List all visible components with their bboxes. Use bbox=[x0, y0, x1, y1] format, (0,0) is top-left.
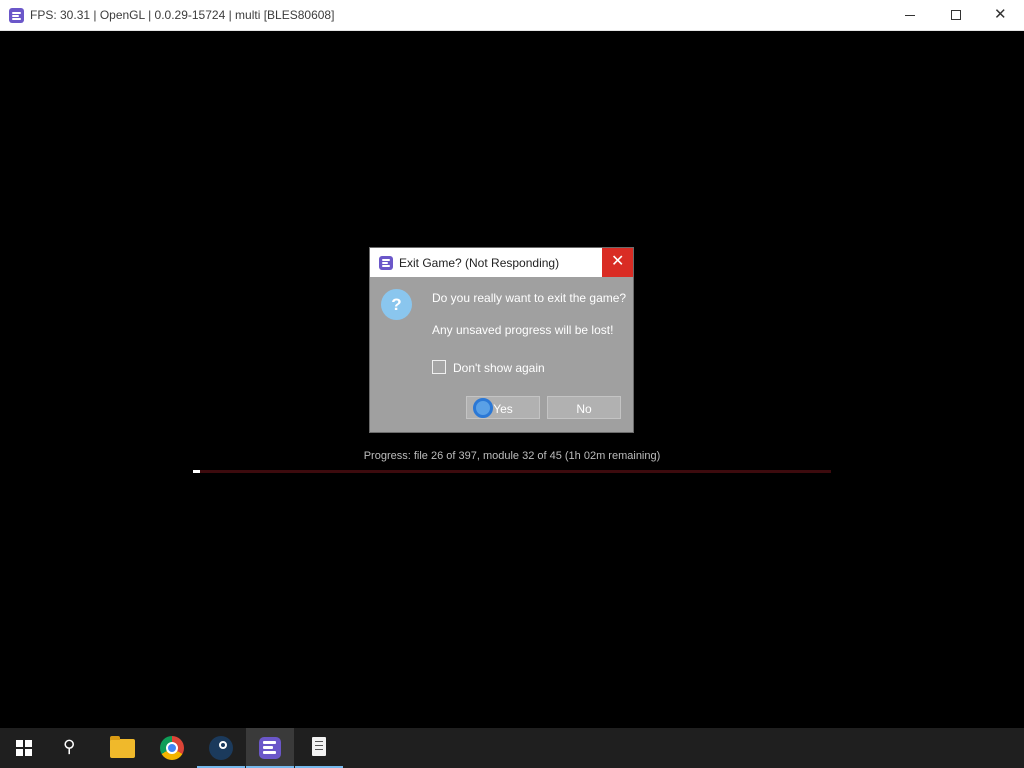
document-icon bbox=[312, 737, 326, 756]
minimize-icon bbox=[905, 15, 915, 16]
steam-icon bbox=[209, 736, 233, 760]
search-icon: ⚲ bbox=[63, 737, 76, 756]
file-explorer-button[interactable] bbox=[98, 728, 146, 768]
search-button[interactable]: ⚲ bbox=[48, 728, 96, 768]
window-titlebar[interactable]: FPS: 30.31 | OpenGL | 0.0.29-15724 | mul… bbox=[0, 0, 1024, 31]
dialog-title: Exit Game? (Not Responding) bbox=[399, 256, 560, 270]
exit-game-dialog: Exit Game? (Not Responding) ✕ ? Do you r… bbox=[369, 247, 634, 433]
start-button[interactable] bbox=[0, 728, 48, 768]
question-mark: ? bbox=[391, 295, 402, 314]
windows-logo-icon bbox=[16, 740, 32, 756]
rpcs3-button[interactable] bbox=[246, 728, 294, 768]
close-icon: ✕ bbox=[994, 6, 1007, 23]
rpcs3-app-icon bbox=[9, 8, 24, 23]
minimize-button[interactable] bbox=[887, 0, 933, 31]
question-icon: ? bbox=[381, 289, 412, 320]
chrome-icon bbox=[160, 736, 184, 760]
dont-show-again-label[interactable]: Don't show again bbox=[453, 361, 545, 375]
progress-text: Progress: file 26 of 397, module 32 of 4… bbox=[363, 450, 661, 462]
window-title: FPS: 30.31 | OpenGL | 0.0.29-15724 | mul… bbox=[30, 8, 335, 22]
maximize-button[interactable] bbox=[933, 0, 979, 31]
no-button[interactable]: No bbox=[547, 396, 621, 419]
taskbar: ⚲ bbox=[0, 728, 1024, 768]
folder-icon bbox=[110, 736, 135, 758]
dont-show-again-checkbox[interactable] bbox=[432, 360, 446, 374]
close-icon: ✕ bbox=[611, 253, 625, 270]
progress-bar bbox=[193, 470, 831, 473]
chrome-button[interactable] bbox=[148, 728, 196, 768]
rpcs3-app-icon bbox=[379, 256, 393, 270]
steam-button[interactable] bbox=[197, 728, 245, 768]
progress-bar-fill bbox=[193, 470, 200, 473]
busy-cursor-icon bbox=[473, 398, 493, 418]
close-window-button[interactable]: ✕ bbox=[978, 0, 1024, 31]
yes-button[interactable]: Yes bbox=[466, 396, 540, 419]
rpcs3-icon bbox=[259, 737, 281, 759]
no-button-label: No bbox=[576, 402, 592, 416]
dialog-close-button[interactable]: ✕ bbox=[602, 248, 633, 277]
dialog-message-primary: Do you really want to exit the game? bbox=[432, 291, 627, 305]
dialog-message-secondary: Any unsaved progress will be lost! bbox=[432, 323, 614, 337]
maximize-icon bbox=[951, 10, 961, 20]
document-app-button[interactable] bbox=[295, 728, 343, 768]
dialog-titlebar[interactable]: Exit Game? (Not Responding) ✕ bbox=[370, 248, 633, 277]
